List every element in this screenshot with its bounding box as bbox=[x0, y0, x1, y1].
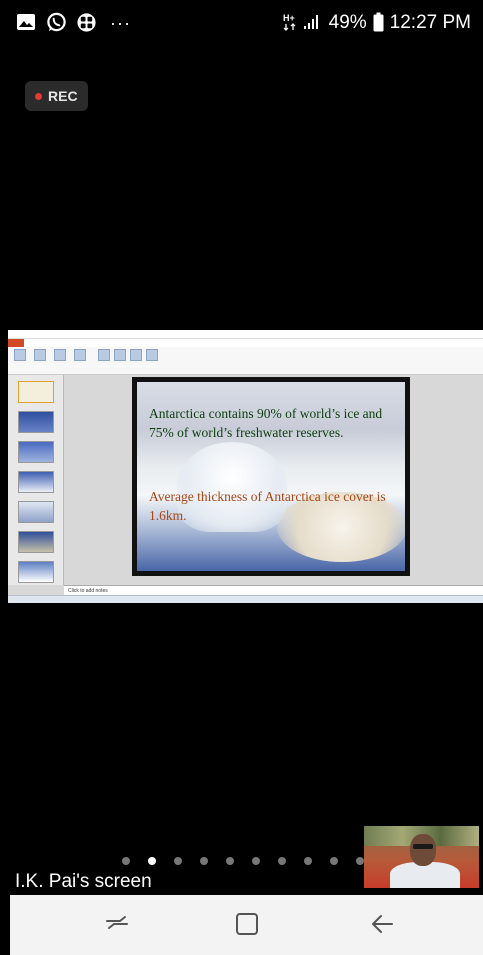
ribbon-button-icon bbox=[74, 349, 86, 361]
ribbon-button-icon bbox=[98, 349, 110, 361]
current-slide: Antarctica contains 90% of world’s ice a… bbox=[132, 377, 410, 576]
status-bar: ··· H+ 49% 12:27 PM bbox=[0, 0, 483, 48]
powerpoint-status-bar bbox=[8, 595, 483, 603]
clock: 12:27 PM bbox=[389, 12, 471, 33]
status-left: ··· bbox=[16, 12, 131, 34]
back-button[interactable] bbox=[365, 909, 399, 939]
slide-thumbnails bbox=[8, 375, 64, 585]
status-right: H+ 49% 12:27 PM bbox=[283, 12, 471, 34]
recents-button[interactable] bbox=[100, 909, 134, 939]
ribbon-button-icon bbox=[54, 349, 66, 361]
ribbon-button-icon bbox=[146, 349, 158, 361]
ribbon-tab bbox=[34, 339, 44, 347]
page-indicator[interactable] bbox=[122, 857, 364, 865]
phone-screen: ··· H+ 49% 12:27 PM REC Antarctica conta… bbox=[0, 0, 483, 955]
powerpoint-workspace: Antarctica contains 90% of world’s ice a… bbox=[8, 375, 483, 595]
powerpoint-ribbon bbox=[8, 347, 483, 375]
slide-thumbnail bbox=[18, 411, 54, 433]
powerpoint-ribbon-tabs bbox=[8, 339, 483, 347]
hplus-data-icon: H+ bbox=[283, 12, 297, 34]
screen-owner-label: I.K. Pai's screen bbox=[15, 871, 152, 892]
slide-thumbnail bbox=[18, 531, 54, 553]
recording-dot-icon bbox=[35, 92, 42, 100]
ribbon-tab bbox=[64, 339, 74, 347]
slide-thumbnail bbox=[18, 471, 54, 493]
page-dot[interactable] bbox=[252, 857, 260, 865]
gallery-icon bbox=[16, 12, 38, 34]
home-icon bbox=[236, 913, 258, 935]
home-button[interactable] bbox=[230, 909, 264, 939]
page-dot[interactable] bbox=[122, 857, 130, 865]
file-tab bbox=[8, 339, 24, 347]
slide-background-image: Antarctica contains 90% of world’s ice a… bbox=[137, 382, 405, 571]
ribbon-tab bbox=[24, 339, 34, 347]
svg-text:H+: H+ bbox=[283, 13, 295, 23]
battery-percent: 49% bbox=[328, 12, 367, 33]
slide-secondary-text: Average thickness of Antarctica ice cove… bbox=[149, 489, 386, 523]
slide-thumbnail bbox=[18, 381, 54, 403]
notes-field: Click to add notes bbox=[64, 585, 483, 595]
page-dot[interactable] bbox=[278, 857, 286, 865]
page-dot[interactable] bbox=[148, 857, 156, 865]
page-dot[interactable] bbox=[356, 857, 364, 865]
navigation-bar bbox=[10, 895, 483, 955]
ribbon-button-icon bbox=[114, 349, 126, 361]
more-notifications: ··· bbox=[110, 12, 131, 33]
participant-glasses bbox=[413, 844, 433, 849]
ribbon-button-icon bbox=[14, 349, 26, 361]
page-dot[interactable] bbox=[304, 857, 312, 865]
recording-label: REC bbox=[48, 88, 78, 104]
participant-video[interactable] bbox=[364, 826, 479, 888]
recording-indicator[interactable]: REC bbox=[25, 81, 88, 111]
ribbon-tab bbox=[54, 339, 64, 347]
page-dot[interactable] bbox=[174, 857, 182, 865]
battery-icon bbox=[373, 12, 384, 34]
whatsapp-icon bbox=[46, 12, 68, 34]
page-dot[interactable] bbox=[330, 857, 338, 865]
ribbon-button-icon bbox=[130, 349, 142, 361]
page-dot[interactable] bbox=[226, 857, 234, 865]
slide-main-text: Antarctica contains 90% of world’s ice a… bbox=[149, 406, 383, 440]
ribbon-button-icon bbox=[34, 349, 46, 361]
slide-thumbnail bbox=[18, 441, 54, 463]
powerpoint-title-bar bbox=[8, 330, 483, 339]
slide-thumbnail bbox=[18, 561, 54, 583]
back-icon bbox=[372, 915, 393, 933]
page-dot[interactable] bbox=[200, 857, 208, 865]
slide-thumbnail bbox=[18, 501, 54, 523]
recents-icon bbox=[106, 916, 128, 929]
ribbon-tab bbox=[44, 339, 54, 347]
signal-icon bbox=[303, 12, 323, 34]
shared-screen[interactable]: Antarctica contains 90% of world’s ice a… bbox=[8, 330, 483, 603]
participant-head bbox=[410, 834, 436, 866]
app-icon bbox=[76, 12, 98, 34]
